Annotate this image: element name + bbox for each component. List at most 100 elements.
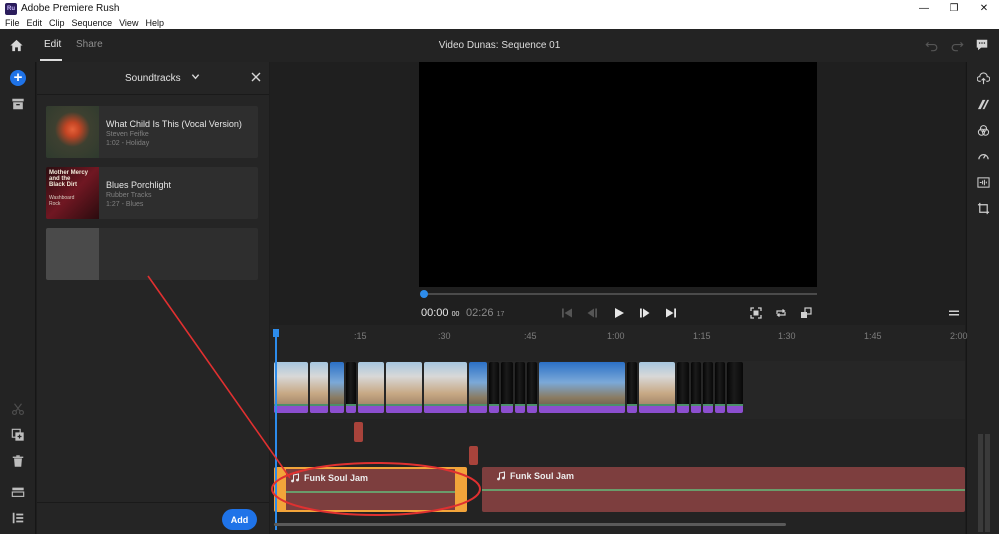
list-icon[interactable] <box>11 511 25 525</box>
soundtrack-item[interactable] <box>46 228 258 280</box>
go-to-end-icon[interactable] <box>665 307 677 319</box>
title-bar: Ru Adobe Premiere Rush — ❐ ✕ <box>0 0 999 17</box>
crop-icon[interactable] <box>977 202 990 215</box>
menu-sequence[interactable]: Sequence <box>72 18 113 28</box>
trim-handle-right[interactable] <box>455 469 465 510</box>
play-icon[interactable] <box>613 307 625 319</box>
transition-icon[interactable] <box>977 98 990 111</box>
fullscreen-icon[interactable] <box>800 307 812 319</box>
video-clip[interactable] <box>727 362 743 413</box>
meter-channel-right <box>985 434 990 532</box>
video-clip[interactable] <box>358 362 384 413</box>
ruler-label: 1:45 <box>864 331 882 341</box>
fit-frame-icon[interactable] <box>750 307 762 319</box>
album-art <box>46 106 99 158</box>
color-icon[interactable] <box>977 124 990 137</box>
minimize-button[interactable]: — <box>909 0 939 17</box>
soundtracks-panel-header: Soundtracks <box>37 62 269 95</box>
video-clip[interactable] <box>527 362 537 413</box>
ruler-label: :15 <box>354 331 367 341</box>
soundtrack-title: Blues Porchlight <box>106 180 172 190</box>
video-clip[interactable] <box>330 362 344 413</box>
music-clip[interactable]: Funk Soul Jam <box>482 467 965 512</box>
scrub-handle[interactable] <box>420 290 428 298</box>
export-icon[interactable] <box>977 72 990 85</box>
soundtracks-panel: Soundtracks What Child Is This (Vocal Ve… <box>37 62 269 534</box>
scrub-bar[interactable] <box>424 293 817 295</box>
video-clip[interactable] <box>346 362 356 413</box>
restore-button[interactable]: ❐ <box>939 0 969 17</box>
menu-help[interactable]: Help <box>145 18 164 28</box>
duplicate-icon[interactable] <box>11 428 25 442</box>
timecode-total: 02:26 17 <box>466 307 505 319</box>
soundtrack-meta: 1:27 - Blues <box>106 201 144 208</box>
step-back-icon[interactable] <box>586 307 598 319</box>
music-clip-selected[interactable]: Funk Soul Jam <box>274 467 467 512</box>
menu-clip[interactable]: Clip <box>49 18 65 28</box>
audio-gap-handle[interactable] <box>354 422 363 442</box>
window-title: Adobe Premiere Rush <box>21 3 120 14</box>
app-header: Edit Share Video Dunas: Sequence 01 <box>0 29 999 62</box>
redo-icon[interactable] <box>950 38 964 52</box>
menu-file[interactable]: File <box>5 18 20 28</box>
video-clip[interactable] <box>310 362 328 413</box>
chevron-down-icon[interactable] <box>191 72 200 81</box>
video-clip[interactable] <box>515 362 525 413</box>
trim-handle-left[interactable] <box>276 469 286 510</box>
soundtracks-title[interactable]: Soundtracks <box>125 73 181 84</box>
hamburger-menu-icon[interactable] <box>948 307 960 319</box>
music-clip-label: Funk Soul Jam <box>290 473 368 483</box>
soundtrack-title: What Child Is This (Vocal Version) <box>106 119 242 129</box>
soundtrack-item[interactable]: Mother Mercy and the Black Dirt Washboar… <box>46 167 258 219</box>
video-preview[interactable] <box>419 62 817 287</box>
trash-icon[interactable] <box>11 454 25 468</box>
ruler-label: 1:15 <box>693 331 711 341</box>
track-icon[interactable] <box>11 485 25 499</box>
close-window-button[interactable]: ✕ <box>969 0 999 17</box>
video-clip[interactable] <box>639 362 675 413</box>
menu-edit[interactable]: Edit <box>27 18 43 28</box>
audio-level-meter <box>978 434 990 532</box>
video-clip[interactable] <box>424 362 467 413</box>
scissors-icon[interactable] <box>11 402 25 416</box>
video-clip[interactable] <box>703 362 713 413</box>
close-panel-icon[interactable] <box>251 72 261 82</box>
speed-icon[interactable] <box>977 150 990 163</box>
album-art-subtext: Washboard Rock <box>49 195 75 207</box>
music-note-icon <box>497 471 505 481</box>
soundtracks-panel-footer: Add <box>37 502 269 534</box>
video-clip[interactable] <box>691 362 701 413</box>
add-soundtrack-button[interactable]: Add <box>222 509 257 530</box>
audio-icon[interactable] <box>977 176 990 189</box>
loop-icon[interactable] <box>775 307 787 319</box>
go-to-start-icon[interactable] <box>561 307 573 319</box>
playhead[interactable] <box>275 335 277 530</box>
video-clip[interactable] <box>501 362 513 413</box>
album-art-placeholder <box>46 228 99 280</box>
chat-icon[interactable] <box>975 38 989 52</box>
timeline-scrollbar[interactable] <box>274 523 786 526</box>
album-art-text: Mother Mercy and the Black Dirt <box>49 170 89 188</box>
video-clip[interactable] <box>627 362 637 413</box>
video-clip[interactable] <box>469 362 487 413</box>
right-tool-strip <box>966 62 999 534</box>
video-clip[interactable] <box>539 362 625 413</box>
video-clip[interactable] <box>386 362 422 413</box>
step-forward-icon[interactable] <box>639 307 651 319</box>
video-clip[interactable] <box>274 362 308 413</box>
video-clip[interactable] <box>677 362 689 413</box>
video-clip[interactable] <box>489 362 499 413</box>
ruler-label: :45 <box>524 331 537 341</box>
menu-view[interactable]: View <box>119 18 138 28</box>
time-ruler[interactable]: :15 :30 :45 1:00 1:15 1:30 1:45 2:00 <box>270 325 968 347</box>
video-clip[interactable] <box>715 362 725 413</box>
soundtrack-item[interactable]: What Child Is This (Vocal Version) Steve… <box>46 106 258 158</box>
plus-circle-icon[interactable]: + <box>10 70 26 86</box>
soundtrack-artist: Rubber Tracks <box>106 192 152 199</box>
ruler-label: 1:00 <box>607 331 625 341</box>
soundtrack-meta: 1:02 - Holiday <box>106 140 150 147</box>
media-icon[interactable] <box>11 97 25 111</box>
undo-icon[interactable] <box>925 38 939 52</box>
timeline[interactable]: :15 :30 :45 1:00 1:15 1:30 1:45 2:00 Fun… <box>270 325 968 534</box>
audio-gap-handle[interactable] <box>469 446 478 465</box>
